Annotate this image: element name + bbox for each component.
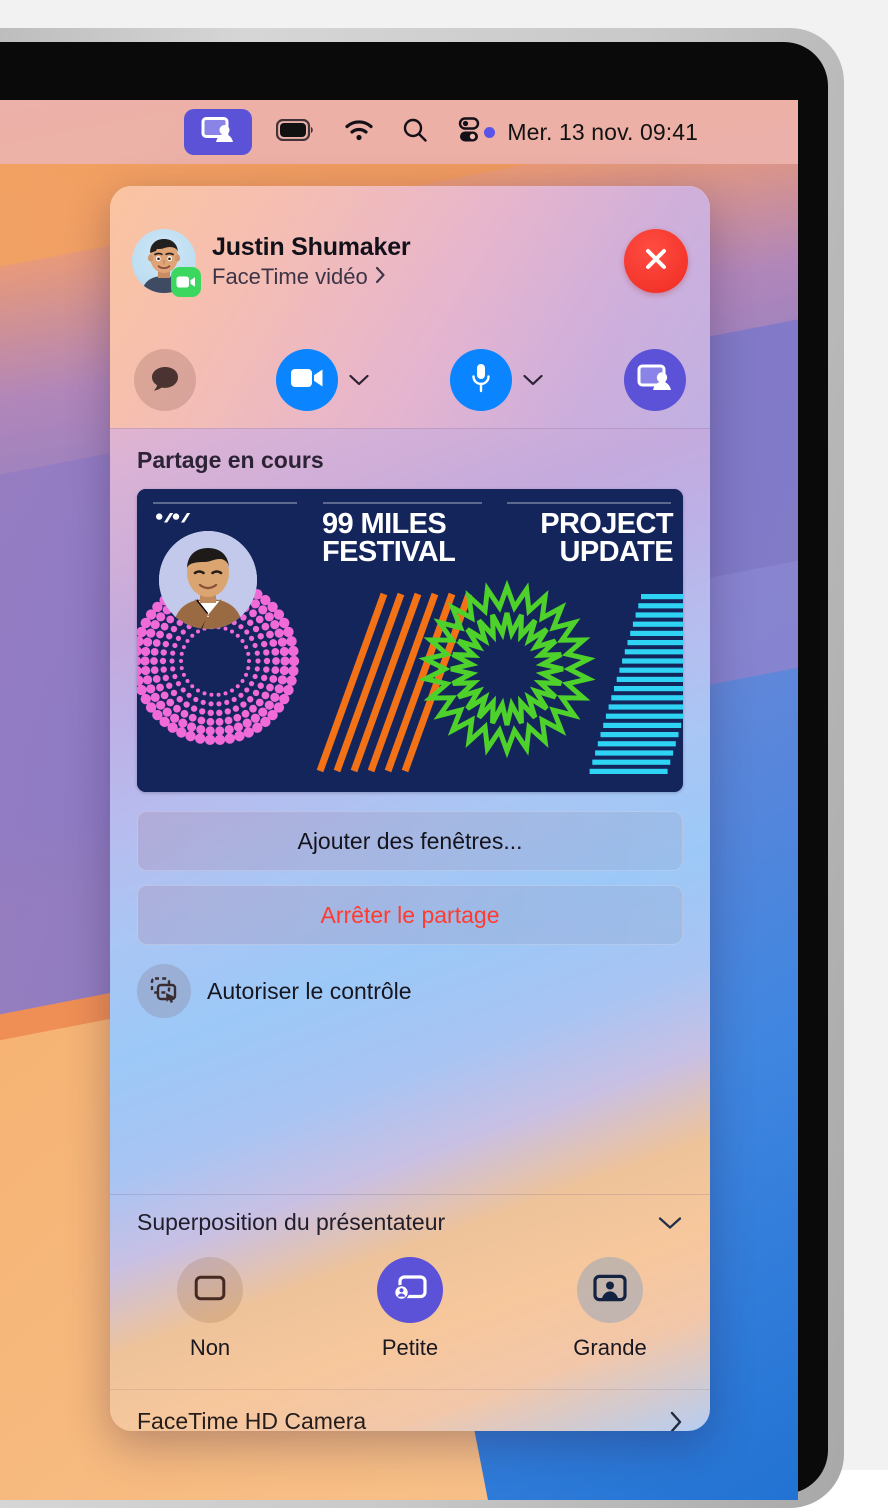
screen-person-small-icon [392,1274,428,1307]
menubar-control-center[interactable] [442,109,488,155]
menubar-wifi[interactable] [330,109,388,155]
sharing-section-title: Partage en cours [137,447,324,473]
wifi-icon [344,119,374,146]
video-camera-icon [290,366,324,395]
overlay-option-large-label: Grande [573,1335,647,1360]
add-windows-button[interactable]: Ajouter des fenêtres... [137,811,683,871]
camera-row-label: FaceTime HD Camera [137,1408,367,1431]
shared-screen-thumbnail[interactable]: 99 MILES FESTIVAL PROJECT UPDATE [137,489,683,792]
shared-screen-portrait [159,531,257,629]
mic-options-chevron[interactable] [522,373,544,387]
menu-bar: Mer. 13 nov. 09:41 [0,100,798,164]
rounded-rect-icon [194,1275,226,1306]
battery-icon [276,118,316,146]
end-call-button[interactable] [624,229,688,293]
presenter-overlay-options: Non Petite Grande [110,1257,710,1361]
shared-title-line1: 99 MILES [322,508,447,540]
presenter-overlay-title: Superposition du présentateur [137,1209,446,1235]
overlay-option-large-circle [577,1257,643,1323]
speech-bubble-icon [149,364,181,397]
overlay-option-small-circle [377,1257,443,1323]
menubar-clock[interactable]: Mer. 13 nov. 09:41 [497,119,698,146]
presenter-overlay-section: Superposition du présentateur Non Petite… [110,1195,710,1389]
overlay-option-small-label: Petite [381,1335,439,1360]
call-controls-row [110,332,710,428]
caller-name: Justin Shumaker [212,232,411,261]
control-center-active-dot [484,126,496,138]
caller-header-row: Justin Shumaker FaceTime vidéo [110,186,710,336]
menubar-screen-sharing-button[interactable] [184,109,253,155]
shared-subtitle-line2: UPDATE [559,535,674,568]
chevron-right-icon [375,264,386,290]
portrait-frame-icon [593,1274,627,1307]
menubar-spotlight[interactable] [388,109,442,155]
menubar-battery[interactable] [262,109,330,155]
facetime-video-badge-icon [171,267,201,297]
microphone-icon [469,362,493,399]
shared-screen-title-right: PROJECT UPDATE [540,508,674,568]
avatar[interactable] [132,229,201,297]
overlay-option-large[interactable]: Grande [535,1257,685,1361]
video-button[interactable] [276,349,338,411]
call-type-link[interactable]: FaceTime vidéo [212,264,410,290]
call-type-label: FaceTime vidéo [212,263,368,289]
allow-control-row[interactable]: Autoriser le contrôle [137,959,683,1023]
control-center-icon [456,116,482,148]
desktop-screen: Mer. 13 nov. 09:41 Justin Shumaker FaceT… [0,100,798,1500]
sharing-section: Partage en cours 99 MILES FESTIVAL PROJE… [110,429,710,1164]
laptop-frame: Mer. 13 nov. 09:41 Justin Shumaker FaceT… [0,0,888,1508]
caller-info: Justin Shumaker FaceTime vidéo [212,232,411,290]
mic-button[interactable] [450,349,512,411]
video-options-chevron[interactable] [348,373,370,387]
stop-sharing-button[interactable]: Arrêter le partage [137,885,683,945]
overlay-option-small[interactable]: Petite [335,1257,485,1361]
overlay-option-off-label: Non [189,1335,231,1360]
chevron-down-icon[interactable] [657,1215,683,1231]
search-icon [402,117,428,148]
shared-screen-title-left: 99 MILES FESTIVAL [322,508,456,568]
screen-person-icon [201,116,235,149]
remote-control-icon [137,964,191,1018]
camera-row[interactable]: FaceTime HD Camera [110,1390,710,1431]
overlay-option-off-circle [177,1257,243,1323]
chevron-right-icon [669,1410,683,1431]
shared-subtitle-line1: PROJECT [540,508,673,540]
shared-title-line2: FESTIVAL [322,535,456,568]
allow-control-label: Autoriser le contrôle [207,977,412,1004]
screen-share-button[interactable] [624,349,686,411]
close-icon [641,244,671,279]
screen-sharing-control-panel: Justin Shumaker FaceTime vidéo Partage e… [110,186,710,1431]
screen-person-icon [637,363,673,397]
presenter-overlay-header[interactable]: Superposition du présentateur [137,1209,683,1236]
overlay-option-off[interactable]: Non [135,1257,285,1361]
chat-button[interactable] [134,349,196,411]
